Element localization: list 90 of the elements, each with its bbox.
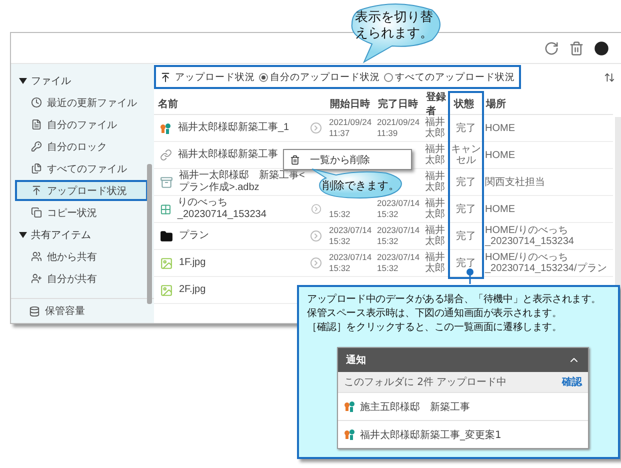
sort-icon[interactable] <box>604 72 615 82</box>
files-icon <box>31 163 42 174</box>
table-cell-text: 福井太郎 <box>424 198 445 220</box>
radio-option[interactable]: すべてのアップロード状況 <box>384 70 515 84</box>
trash-icon[interactable] <box>569 40 584 56</box>
trash-icon <box>290 154 300 164</box>
note-text: ［確認］をクリックすると、この一覧画面に遷移します。 <box>307 321 562 335</box>
users-icon <box>31 251 42 262</box>
project-icon <box>344 401 356 412</box>
table-cell-text: 福井太郎 <box>424 144 445 166</box>
grid-icon <box>160 202 172 216</box>
section-header[interactable]: ファイル <box>11 70 154 92</box>
column-header[interactable]: 場所 <box>482 97 613 111</box>
file-name[interactable]: 福井太郎様邸新築工事 <box>178 149 278 161</box>
panel-title: 通知 <box>346 354 366 367</box>
table-cell-text: 福井太郎 <box>424 225 445 247</box>
project-icon <box>160 122 172 134</box>
share-icon <box>31 273 42 284</box>
column-header[interactable]: 開始日時 <box>326 97 374 111</box>
database-icon <box>29 306 40 316</box>
key-icon <box>31 141 42 152</box>
column-header[interactable]: 名前 <box>154 97 326 111</box>
radio-option[interactable]: 自分のアップロード状況 <box>259 70 380 84</box>
callout-text: 削除できます。 <box>322 178 400 194</box>
sidebar-item[interactable]: コピー状況 <box>15 202 148 223</box>
table-cell-text: 2023/07/14 15:32 <box>376 252 421 274</box>
table-cell-text: 2021/09/24 11:39 <box>376 117 421 139</box>
sidebar-item[interactable]: 自分のロック <box>15 136 148 157</box>
reload-icon[interactable] <box>544 40 559 56</box>
caret-icon[interactable] <box>19 231 27 239</box>
note-text: アップロード中のデータがある場合、「待機中」と表示されます。 <box>307 293 602 307</box>
table-cell-text: 福井太郎 <box>424 171 445 193</box>
table-cell-text: HOME <box>484 204 516 214</box>
upload-icon <box>160 72 171 82</box>
table-cell-text: 関西支社担当 <box>484 176 546 188</box>
sidebar-item[interactable]: 最近の更新ファイル <box>15 92 148 113</box>
notification-item[interactable]: 施主五郎様邸 新築工事 <box>338 392 588 420</box>
status-cell-text: 完了 <box>455 204 477 214</box>
table-cell-text: 2023/07/14 15:32 <box>376 198 421 220</box>
status-cell-text: 完了 <box>455 176 477 188</box>
table-cell-text: 福井太郎 <box>424 252 445 274</box>
sidebar-item[interactable]: すべてのファイル <box>15 158 148 179</box>
file-name[interactable]: 福井太郎様邸新築工事_1 <box>178 122 290 134</box>
status-cell-text: 完了 <box>455 258 477 268</box>
image-icon <box>160 256 173 270</box>
folder-icon <box>160 230 173 242</box>
menu-item[interactable]: 一覧から削除 <box>284 150 411 169</box>
user-icon[interactable] <box>594 40 609 56</box>
table-cell-text: HOME <box>484 122 516 134</box>
confirm-link[interactable]: 確認 <box>562 375 582 389</box>
table-cell-text: 2021/09/24 11:37 <box>328 117 373 139</box>
table-cell-text: 2023/07/14 15:32 <box>328 252 373 274</box>
image-icon <box>160 284 173 296</box>
file-name[interactable]: プラン <box>179 230 209 242</box>
table-cell-text: HOME <box>484 150 516 160</box>
status-cell-text: 完了 <box>455 230 477 242</box>
table-cell-text: HOME/りのべっち _20230714_153234/プラン <box>484 252 608 274</box>
file-name[interactable]: 2F.jpg <box>179 284 206 296</box>
file-name[interactable]: 福井一太郎様邸 新築工事<プラン作成>.adbz <box>179 170 307 194</box>
file-name[interactable]: 1F.jpg <box>179 257 206 269</box>
sidebar-item[interactable]: 他から共有 <box>15 246 148 267</box>
clock-icon <box>31 97 42 108</box>
sidebar-item[interactable]: アップロード状況 <box>15 180 148 201</box>
project-icon <box>344 429 356 440</box>
archive-icon <box>160 176 173 188</box>
column-header[interactable]: 登録者 <box>422 90 450 118</box>
table-cell-text: 2023/07/14 15:32 <box>376 225 421 247</box>
column-header[interactable]: 完了日時 <box>374 97 422 111</box>
column-header[interactable]: 状態 <box>450 97 482 111</box>
status-cell-text: 完了 <box>455 122 477 134</box>
summary-text: このフォルダに 2件 アップロード中 <box>344 376 507 389</box>
section-header[interactable]: 共有アイテム <box>11 224 154 246</box>
storage-item[interactable]: 保管容量 <box>11 298 154 323</box>
toolbar-title: アップロード状況 <box>175 70 255 84</box>
table-cell-text: HOME/りのべっち _20230714_153234 <box>484 225 575 247</box>
notification-item[interactable]: 福井太郎様邸新築工事_変更案1 <box>338 420 588 448</box>
copy-icon <box>31 207 42 218</box>
status-cell: キャンセル <box>450 144 482 166</box>
note-text: 保管スペース表示時は、下図の通知画面が表示されます。 <box>307 307 562 321</box>
upload-icon <box>31 185 42 196</box>
callout-text: 表示を切り替えられます。 <box>355 10 434 42</box>
sidebar-item[interactable]: 自分が共有 <box>15 268 148 289</box>
table-cell-text: 15:32 <box>328 209 352 221</box>
link-icon <box>160 149 172 161</box>
table-cell-text: 福井太郎 <box>424 117 445 139</box>
caret-icon[interactable] <box>19 77 27 85</box>
table-cell-text: 2023/07/14 15:32 <box>328 225 373 247</box>
sidebar-item[interactable]: 自分のファイル <box>15 114 148 135</box>
file-name[interactable]: りのべっち_20230714_153234 <box>177 197 300 221</box>
file-icon <box>31 119 42 130</box>
